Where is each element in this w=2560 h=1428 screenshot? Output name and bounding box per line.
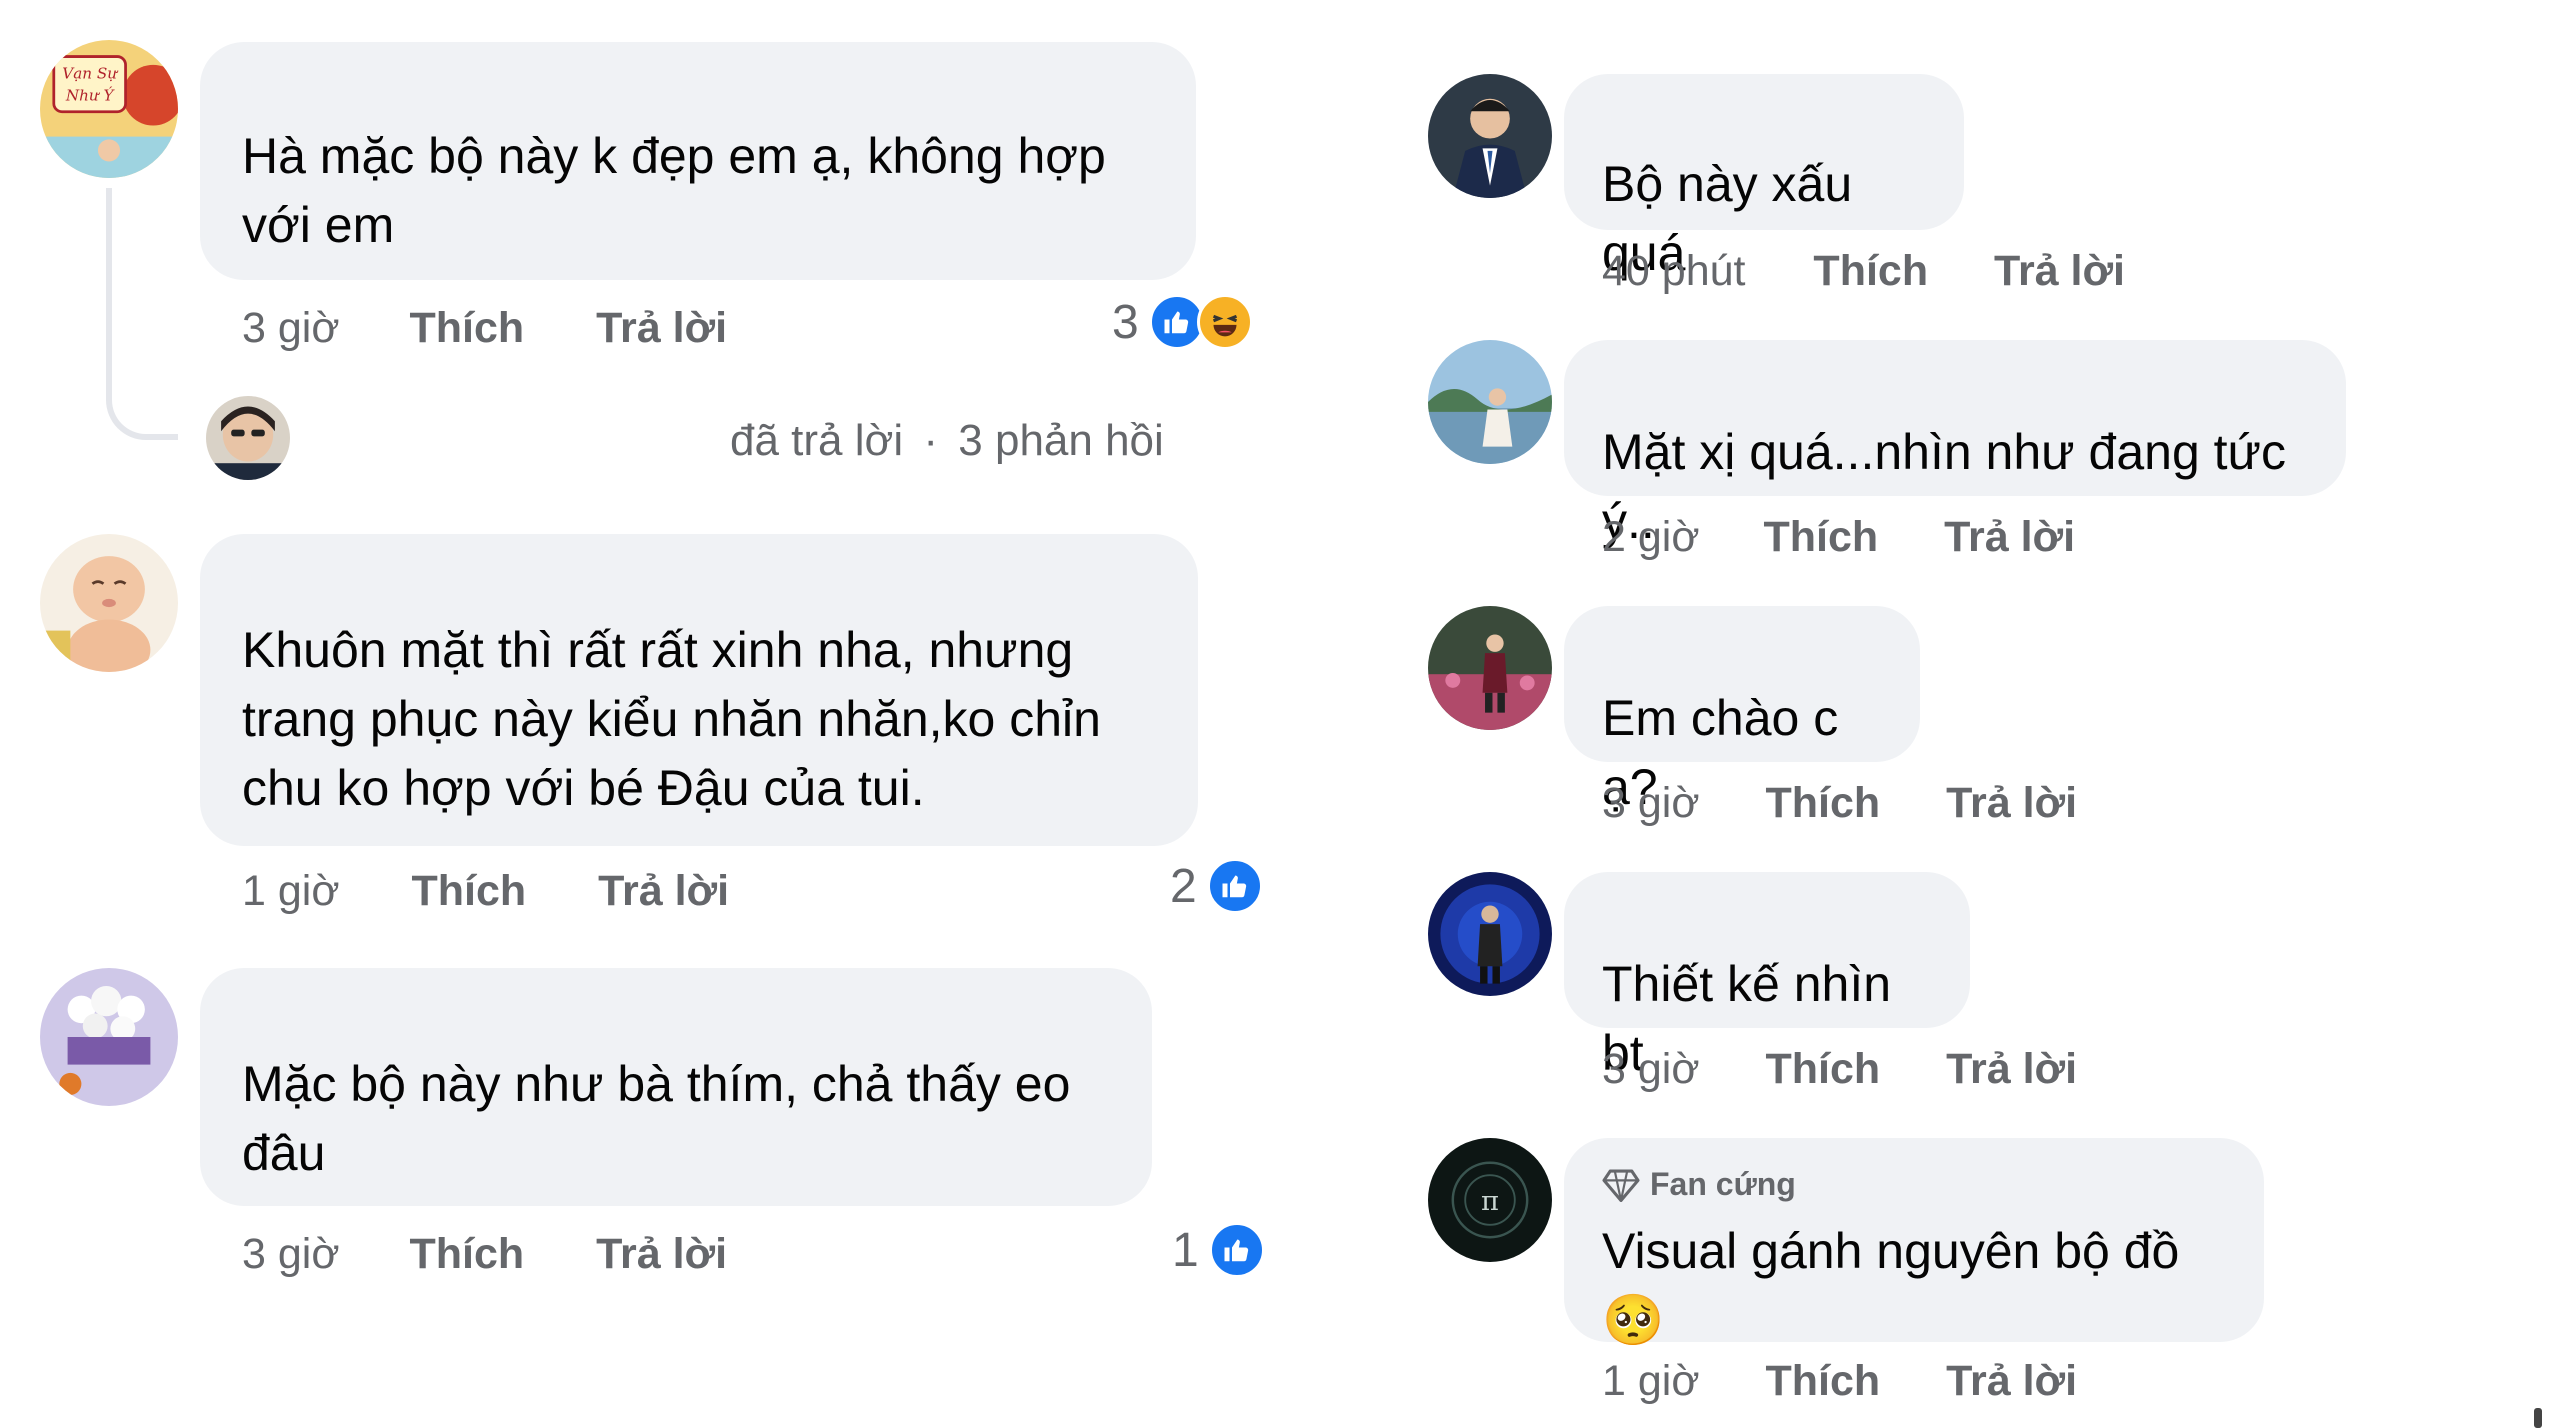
avatar[interactable] bbox=[40, 534, 178, 672]
svg-text:Vạn Sự: Vạn Sự bbox=[62, 65, 119, 83]
haha-icon bbox=[1196, 294, 1253, 350]
replied-text: đã trả lời bbox=[730, 416, 904, 465]
comment-time: 3 giờ bbox=[1602, 1045, 1700, 1093]
comment-text: Mặc bộ này như bà thím, chả thấy eo đâu bbox=[242, 1056, 1071, 1181]
avatar-image bbox=[40, 968, 178, 1106]
svg-text:Như Ý: Như Ý bbox=[65, 87, 116, 105]
comment-actions: 3 giờ Thích Trả lời bbox=[1602, 1044, 2077, 1094]
comment-actions: 1 giờ Thích Trả lời bbox=[242, 866, 729, 916]
reaction-count: 1 bbox=[1172, 1223, 1199, 1277]
avatar[interactable]: π bbox=[1428, 1138, 1552, 1262]
like-button[interactable]: Thích bbox=[409, 1229, 524, 1279]
thread-connector bbox=[106, 188, 178, 440]
avatar-image bbox=[40, 534, 178, 672]
avatar[interactable] bbox=[1428, 606, 1552, 730]
reaction-summary[interactable]: 1 bbox=[1172, 1222, 1265, 1278]
comment-time: 3 giờ bbox=[1602, 779, 1700, 827]
comment-bubble[interactable]: Em chào c ạ? bbox=[1564, 606, 1920, 815]
comment-actions: 40 phút Thích Trả lời bbox=[1602, 246, 2125, 296]
comment-bubble[interactable]: Thiết kế nhìn bt bbox=[1564, 872, 1970, 1081]
reply-button[interactable]: Trả lời bbox=[1946, 1044, 2077, 1094]
reply-button[interactable]: Trả lời bbox=[1946, 778, 2077, 828]
diamond-icon bbox=[1602, 1169, 1640, 1202]
reply-button[interactable]: Trả lời bbox=[596, 303, 727, 353]
separator: · bbox=[923, 416, 939, 465]
comment-actions: 3 giờ Thích Trả lời bbox=[242, 303, 727, 353]
avatar-image bbox=[206, 396, 290, 480]
comment-actions: 1 giờ Thích Trả lời bbox=[1602, 1356, 2077, 1406]
comment-bubble[interactable]: Mặt xị quá...nhìn như đang tức ý.. bbox=[1564, 340, 2346, 549]
avatar[interactable]: Vạn Sự Như Ý bbox=[40, 40, 178, 178]
avatar-image bbox=[1428, 340, 1552, 464]
reply-button[interactable]: Trả lời bbox=[1994, 246, 2125, 296]
comment-bubble[interactable]: Khuôn mặt thì rất rất xinh nha, nhưng tr… bbox=[200, 534, 1198, 846]
fan-badge-label: Fan cứng bbox=[1650, 1166, 1796, 1202]
comment-text: Hà mặc bộ này k đẹp em ạ, không hợp với … bbox=[242, 128, 1106, 253]
comment-bubble[interactable]: Fan cứng Visual gánh nguyên bộ đồ 🥺 bbox=[1564, 1138, 2264, 1348]
comment-actions: 3 giờ Thích Trả lời bbox=[242, 1229, 727, 1279]
comment-time: 2 giờ bbox=[1602, 513, 1700, 561]
reply-button[interactable]: Trả lời bbox=[1946, 1356, 2077, 1406]
comment-time: 3 giờ bbox=[242, 304, 340, 352]
replies-count: 3 phản hồi bbox=[958, 416, 1164, 465]
comment-time: 1 giờ bbox=[1602, 1357, 1700, 1405]
like-button[interactable]: Thích bbox=[1763, 512, 1878, 562]
like-button[interactable]: Thích bbox=[1765, 1044, 1880, 1094]
like-button[interactable]: Thích bbox=[409, 303, 524, 353]
comment-text: Khuôn mặt thì rất rất xinh nha, nhưng tr… bbox=[242, 622, 1101, 816]
comment-time: 1 giờ bbox=[242, 867, 340, 915]
comment-text: Visual gánh nguyên bộ đồ 🥺 bbox=[1602, 1223, 2180, 1348]
comment-bubble[interactable]: Mặc bộ này như bà thím, chả thấy eo đâu bbox=[200, 968, 1152, 1206]
comment-time: 3 giờ bbox=[242, 1230, 340, 1278]
comment-actions: 3 giờ Thích Trả lời bbox=[1602, 778, 2077, 828]
reaction-summary[interactable]: 2 bbox=[1170, 858, 1263, 914]
comment-bubble[interactable]: Bộ này xấu quá bbox=[1564, 74, 1964, 281]
replies-summary[interactable]: đã trả lời · 3 phản hồi bbox=[730, 416, 1164, 466]
avatar-image bbox=[1428, 606, 1552, 730]
avatar-image: π bbox=[1428, 1138, 1552, 1262]
avatar[interactable] bbox=[1428, 872, 1552, 996]
avatar[interactable] bbox=[1428, 74, 1552, 198]
comment-actions: 2 giờ Thích Trả lời bbox=[1602, 512, 2075, 562]
fan-badge: Fan cứng bbox=[1602, 1166, 2226, 1203]
like-icon bbox=[1206, 858, 1263, 914]
reply-button[interactable]: Trả lời bbox=[596, 1229, 727, 1279]
comment-time: 40 phút bbox=[1602, 247, 1746, 295]
comment-bubble[interactable]: Hà mặc bộ này k đẹp em ạ, không hợp với … bbox=[200, 42, 1196, 280]
like-button[interactable]: Thích bbox=[1765, 778, 1880, 828]
like-button[interactable]: Thích bbox=[1813, 246, 1928, 296]
reaction-summary[interactable]: 3 bbox=[1112, 294, 1253, 350]
avatar[interactable] bbox=[40, 968, 178, 1106]
reaction-count: 3 bbox=[1112, 295, 1139, 349]
scrollbar-thumb[interactable] bbox=[2534, 1408, 2542, 1428]
reply-button[interactable]: Trả lời bbox=[1944, 512, 2075, 562]
reply-avatar[interactable] bbox=[206, 396, 290, 480]
reply-button[interactable]: Trả lời bbox=[598, 866, 729, 916]
avatar[interactable] bbox=[1428, 340, 1552, 464]
like-icon bbox=[1208, 1222, 1265, 1278]
avatar-image bbox=[1428, 74, 1552, 198]
avatar-image: Vạn Sự Như Ý bbox=[40, 40, 178, 178]
like-button[interactable]: Thích bbox=[411, 866, 526, 916]
like-button[interactable]: Thích bbox=[1765, 1356, 1880, 1406]
avatar-image bbox=[1428, 872, 1552, 996]
svg-text:π: π bbox=[1481, 1186, 1499, 1217]
comments-screenshot: Vạn Sự Như Ý Hà mặc bộ này k đẹp em ạ, k… bbox=[0, 0, 2560, 1428]
reaction-count: 2 bbox=[1170, 859, 1197, 913]
